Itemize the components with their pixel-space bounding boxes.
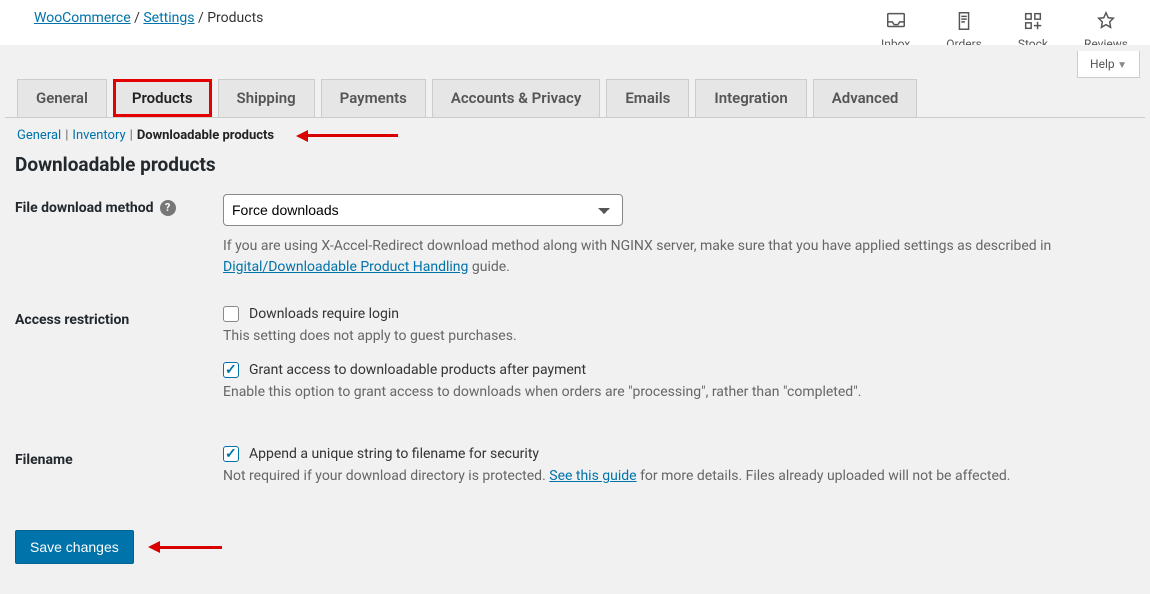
reviews-icon xyxy=(1095,10,1117,35)
tab-advanced[interactable]: Advanced xyxy=(813,79,918,117)
link-digital-handling-guide[interactable]: Digital/Downloadable Product Handling xyxy=(223,259,468,275)
tab-integration[interactable]: Integration xyxy=(695,79,806,117)
checkbox-append-unique-string-wrap[interactable]: Append a unique string to filename for s… xyxy=(223,446,1133,462)
stock-icon xyxy=(1022,10,1044,35)
help-tab[interactable]: Help xyxy=(1077,51,1140,78)
label-access-restriction: Access restriction xyxy=(15,306,223,328)
annotation-arrow-save xyxy=(148,541,222,553)
file-download-method-desc: If you are using X-Accel-Redirect downlo… xyxy=(223,236,1133,278)
checkbox-downloads-require-login-wrap[interactable]: Downloads require login xyxy=(223,306,1133,322)
subnav-general[interactable]: General xyxy=(17,128,61,143)
link-see-this-guide[interactable]: See this guide xyxy=(549,468,636,484)
checkbox-downloads-require-login-label: Downloads require login xyxy=(249,306,399,322)
settings-tabs: General Products Shipping Payments Accou… xyxy=(5,45,1145,118)
annotation-arrow-subnav xyxy=(296,130,398,142)
tab-payments[interactable]: Payments xyxy=(321,79,426,117)
checkbox-append-unique-string[interactable] xyxy=(223,446,239,462)
checkbox-append-unique-string-label: Append a unique string to filename for s… xyxy=(249,446,539,462)
breadcrumb-settings[interactable]: Settings xyxy=(143,10,194,26)
breadcrumb-current: Products xyxy=(207,10,263,26)
subnav-inventory[interactable]: Inventory xyxy=(72,128,125,143)
inbox-icon xyxy=(885,10,907,35)
tab-emails[interactable]: Emails xyxy=(606,79,689,117)
breadcrumb: WooCommerce / Settings / Products xyxy=(34,10,263,26)
file-download-method-select[interactable]: Force downloads xyxy=(223,194,623,226)
page-title: Downloadable products xyxy=(5,149,1145,194)
label-filename: Filename xyxy=(15,446,223,468)
tab-accounts-privacy[interactable]: Accounts & Privacy xyxy=(432,79,601,117)
tab-shipping[interactable]: Shipping xyxy=(218,79,315,117)
save-changes-button[interactable]: Save changes xyxy=(15,530,134,564)
tab-products[interactable]: Products xyxy=(113,79,212,117)
breadcrumb-woocommerce[interactable]: WooCommerce xyxy=(34,10,131,26)
desc-downloads-require-login: This setting does not apply to guest pur… xyxy=(223,328,1133,344)
subnav-downloadable[interactable]: Downloadable products xyxy=(137,128,274,143)
desc-append-unique-string: Not required if your download directory … xyxy=(223,468,1133,484)
desc-grant-access-after-payment: Enable this option to grant access to do… xyxy=(223,384,1133,400)
help-tooltip-icon[interactable]: ? xyxy=(160,200,176,216)
label-file-download-method: File download method ? xyxy=(15,194,223,216)
checkbox-downloads-require-login[interactable] xyxy=(223,306,239,322)
checkbox-grant-access-after-payment-label: Grant access to downloadable products af… xyxy=(249,362,586,378)
orders-icon xyxy=(953,10,975,35)
checkbox-grant-access-after-payment-wrap[interactable]: Grant access to downloadable products af… xyxy=(223,362,1133,378)
tab-general[interactable]: General xyxy=(17,79,107,117)
checkbox-grant-access-after-payment[interactable] xyxy=(223,362,239,378)
